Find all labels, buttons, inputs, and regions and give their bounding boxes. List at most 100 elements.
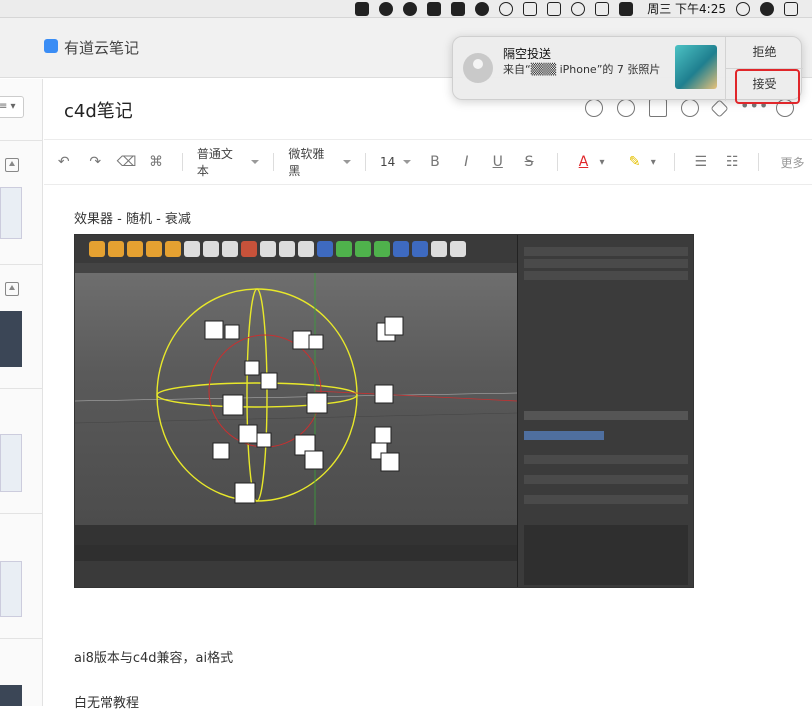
- y-axis-icon: [203, 241, 219, 257]
- divider: [674, 153, 676, 171]
- battery-icon[interactable]: [595, 1, 610, 16]
- underline-button[interactable]: U: [484, 152, 511, 172]
- numbered-list-icon[interactable]: ☷: [721, 152, 744, 172]
- sort-dropdown[interactable]: ≡ ▾: [0, 96, 24, 118]
- font-color-button[interactable]: A: [572, 152, 595, 172]
- attribute-tab: [524, 431, 604, 440]
- italic-button[interactable]: I: [453, 152, 480, 172]
- share-icon[interactable]: [617, 99, 635, 117]
- paragraph[interactable]: 效果器 - 随机 - 衰减: [74, 208, 191, 227]
- youdao-logo-icon: [44, 39, 58, 53]
- paragraph[interactable]: ai8版本与c4d兼容，ai格式: [74, 647, 233, 666]
- search-icon[interactable]: [585, 99, 603, 117]
- page-title[interactable]: c4d笔记: [64, 97, 133, 123]
- wechat-icon[interactable]: [427, 1, 442, 16]
- present-icon[interactable]: [681, 99, 699, 117]
- note-thumbnail[interactable]: [0, 311, 22, 367]
- status-icon[interactable]: [379, 1, 394, 16]
- scene-icon: [393, 241, 409, 257]
- undo-icon[interactable]: ↶: [52, 152, 75, 172]
- scale-icon: [127, 241, 143, 257]
- tag-icon[interactable]: [710, 98, 729, 118]
- strikethrough-button[interactable]: S: [515, 152, 542, 172]
- pin-top-icon[interactable]: [5, 282, 19, 296]
- rotate-icon: [146, 241, 162, 257]
- status-icon[interactable]: [403, 1, 418, 16]
- falloff-graph: [524, 525, 688, 585]
- render-icon: [298, 241, 314, 257]
- paragraph[interactable]: 白无常教程: [74, 692, 139, 711]
- avatar: [463, 53, 493, 83]
- highlight-box: [735, 69, 800, 104]
- spline-icon: [336, 241, 352, 257]
- c4d-material-panel: [75, 561, 517, 587]
- bullet-list-icon[interactable]: ☰: [689, 152, 712, 172]
- note-thumbnail[interactable]: [0, 685, 22, 706]
- wifi-icon[interactable]: [571, 1, 586, 16]
- cinema4d-screenshot-image[interactable]: [74, 234, 694, 588]
- x-axis-icon: [184, 241, 200, 257]
- photo-thumbnail: [675, 45, 717, 89]
- font-family-value: 微软雅黑: [288, 147, 325, 178]
- qq-icon[interactable]: [451, 1, 466, 16]
- divider: [0, 388, 43, 389]
- creative-cloud-icon[interactable]: [499, 1, 514, 16]
- chevron-down-icon[interactable]: ▾: [595, 152, 609, 172]
- floor-icon: [412, 241, 428, 257]
- app-status-icon[interactable]: [355, 1, 370, 16]
- divider: [0, 140, 43, 141]
- camera-icon: [431, 241, 447, 257]
- notification-body: 来自“▒▒▒ iPhone”的 7 张照片: [503, 63, 661, 76]
- format-painter-icon[interactable]: ⌘: [144, 152, 167, 172]
- paragraph-style-value: 普通文本: [196, 147, 233, 178]
- note-thumbnail[interactable]: [0, 434, 22, 492]
- divider: [181, 153, 183, 171]
- c4d-toolbar: [75, 235, 517, 263]
- object-row: [524, 271, 688, 280]
- attribute-row: [524, 455, 688, 464]
- status-icon[interactable]: [475, 1, 490, 16]
- bluetooth-icon[interactable]: [547, 1, 562, 16]
- more-button[interactable]: 更多: [773, 152, 812, 172]
- render-icon: [279, 241, 295, 257]
- redo-icon[interactable]: ↷: [83, 152, 106, 172]
- note-thumbnail[interactable]: [0, 187, 22, 239]
- c4d-viewport: [75, 273, 518, 525]
- generator-icon: [355, 241, 371, 257]
- font-size-dropdown[interactable]: 14: [380, 155, 411, 169]
- c4d-object-manager: [517, 235, 693, 587]
- font-family-dropdown[interactable]: 微软雅黑: [288, 145, 351, 179]
- divider: [556, 153, 558, 171]
- app-name: 有道云笔记: [64, 39, 140, 57]
- divider: [0, 638, 43, 639]
- pin-top-icon[interactable]: [5, 158, 19, 172]
- cube-icon: [317, 241, 333, 257]
- object-row: [524, 259, 688, 268]
- bold-button[interactable]: B: [421, 152, 448, 172]
- airdrop-notification: 隔空投送 来自“▒▒▒ iPhone”的 7 张照片 拒绝 接受: [452, 36, 803, 104]
- paragraph-style-dropdown[interactable]: 普通文本: [197, 145, 260, 179]
- siri-icon[interactable]: [760, 1, 774, 16]
- object-row: [524, 247, 688, 256]
- note-thumbnail[interactable]: [0, 561, 22, 617]
- tool-icon: [165, 241, 181, 257]
- divider: [0, 513, 43, 514]
- copy-icon[interactable]: [649, 99, 667, 117]
- attribute-row: [524, 411, 688, 420]
- coordinate-icon: [241, 241, 257, 257]
- send-icon[interactable]: [523, 1, 538, 16]
- decline-button[interactable]: 拒绝: [726, 37, 803, 68]
- input-source-icon[interactable]: [619, 1, 634, 16]
- attribute-row: [524, 495, 688, 504]
- highlight-color-icon[interactable]: ✎: [623, 152, 646, 172]
- eraser-icon[interactable]: ⌫: [115, 152, 138, 172]
- z-axis-icon: [222, 241, 238, 257]
- c4d-timeline: [75, 525, 517, 545]
- chevron-down-icon[interactable]: ▾: [646, 152, 660, 172]
- note-body[interactable]: 效果器 - 随机 - 衰减 ai8版本与c4d兼容，ai格式 白无常教程: [44, 185, 812, 711]
- notification-center-icon[interactable]: [784, 1, 798, 16]
- spotlight-search-icon[interactable]: [736, 1, 750, 16]
- notification-title: 隔空投送: [503, 47, 552, 61]
- render-icon: [260, 241, 276, 257]
- menubar-clock[interactable]: 周三 下午4:25: [647, 0, 726, 17]
